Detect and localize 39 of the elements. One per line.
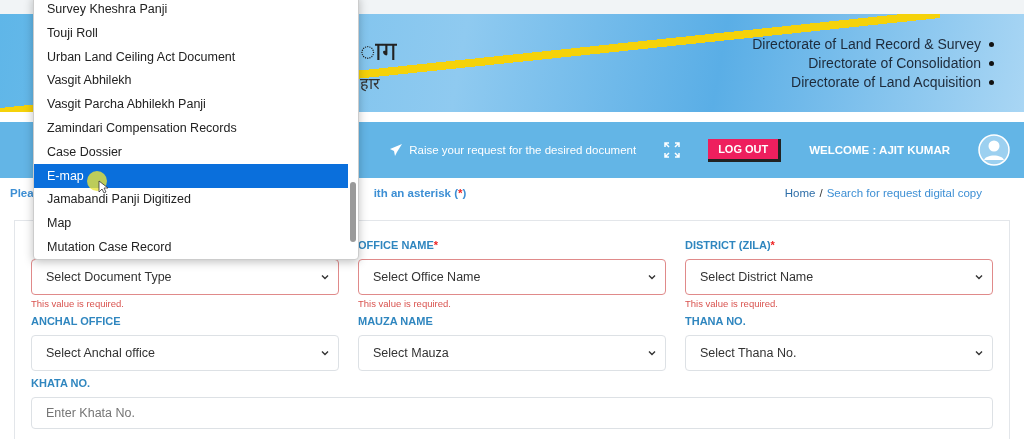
breadcrumb-link[interactable]: Home xyxy=(784,187,816,199)
dropdown-option[interactable]: Vasgit Parcha Abhilekh Panji xyxy=(34,92,348,117)
department-subtitle: हार xyxy=(360,74,381,94)
breadcrumb-separator: / xyxy=(819,187,823,199)
select-field[interactable]: Select Anchal office xyxy=(31,335,339,371)
field-label: KHATA NO. xyxy=(31,377,92,391)
dropdown-option[interactable]: Zamindari Compensation Records xyxy=(34,116,348,140)
select-field[interactable]: Select District Name xyxy=(685,259,993,295)
dropdown-option[interactable]: E-map xyxy=(34,163,348,188)
error-message: This value is required. xyxy=(31,298,125,309)
dropdown-option[interactable]: Case Dossier xyxy=(34,139,348,164)
directorate-name: Directorate of Land Acquisition xyxy=(791,74,994,90)
field-label: OFFICE NAME* xyxy=(358,239,440,253)
select-field[interactable]: Select Office Name xyxy=(358,259,666,295)
select-field[interactable]: Select Thana No. xyxy=(685,335,993,371)
error-message: This value is required. xyxy=(685,298,779,309)
input-field[interactable]: Enter Khata No. xyxy=(31,397,993,429)
notice-text: ith an asterisk (*) xyxy=(373,187,467,199)
dropdown-option[interactable]: Vasgit Abhilekh xyxy=(34,68,348,93)
logout-button[interactable]: LOG OUT xyxy=(708,138,782,162)
select-field[interactable]: Select Mauza xyxy=(358,335,666,371)
dropdown-option[interactable]: Touji Roll xyxy=(34,20,348,45)
dropdown-option[interactable]: Jamabandi Panji Digitized xyxy=(34,187,348,212)
welcome-text: WELCOME : AJIT KUMAR xyxy=(809,144,950,156)
field-label: DISTRICT (ZILA)* xyxy=(685,239,776,253)
directorate-name: Directorate of Land Record & Survey xyxy=(752,36,994,52)
select-field[interactable]: Select Document Type xyxy=(31,259,339,295)
error-message: This value is required. xyxy=(358,298,452,309)
dropdown-option[interactable]: Urban Land Ceiling Act Document xyxy=(34,44,348,69)
breadcrumb-link[interactable]: Search for request digital copy xyxy=(826,187,982,199)
notice-text: Plea xyxy=(10,187,34,199)
field-label: THANA NO. xyxy=(685,315,747,329)
dropdown-option[interactable]: Mutation Case Record xyxy=(34,235,348,259)
field-label: ANCHAL OFFICE xyxy=(31,315,122,329)
dropdown-option[interactable]: Survey Kheshra Panji xyxy=(34,0,348,21)
field-label: MAUZA NAME xyxy=(358,315,434,329)
directorate-name: Directorate of Consolidation xyxy=(808,55,994,71)
dropdown-option[interactable]: Map xyxy=(34,211,348,236)
department-title: ाग xyxy=(360,35,397,68)
